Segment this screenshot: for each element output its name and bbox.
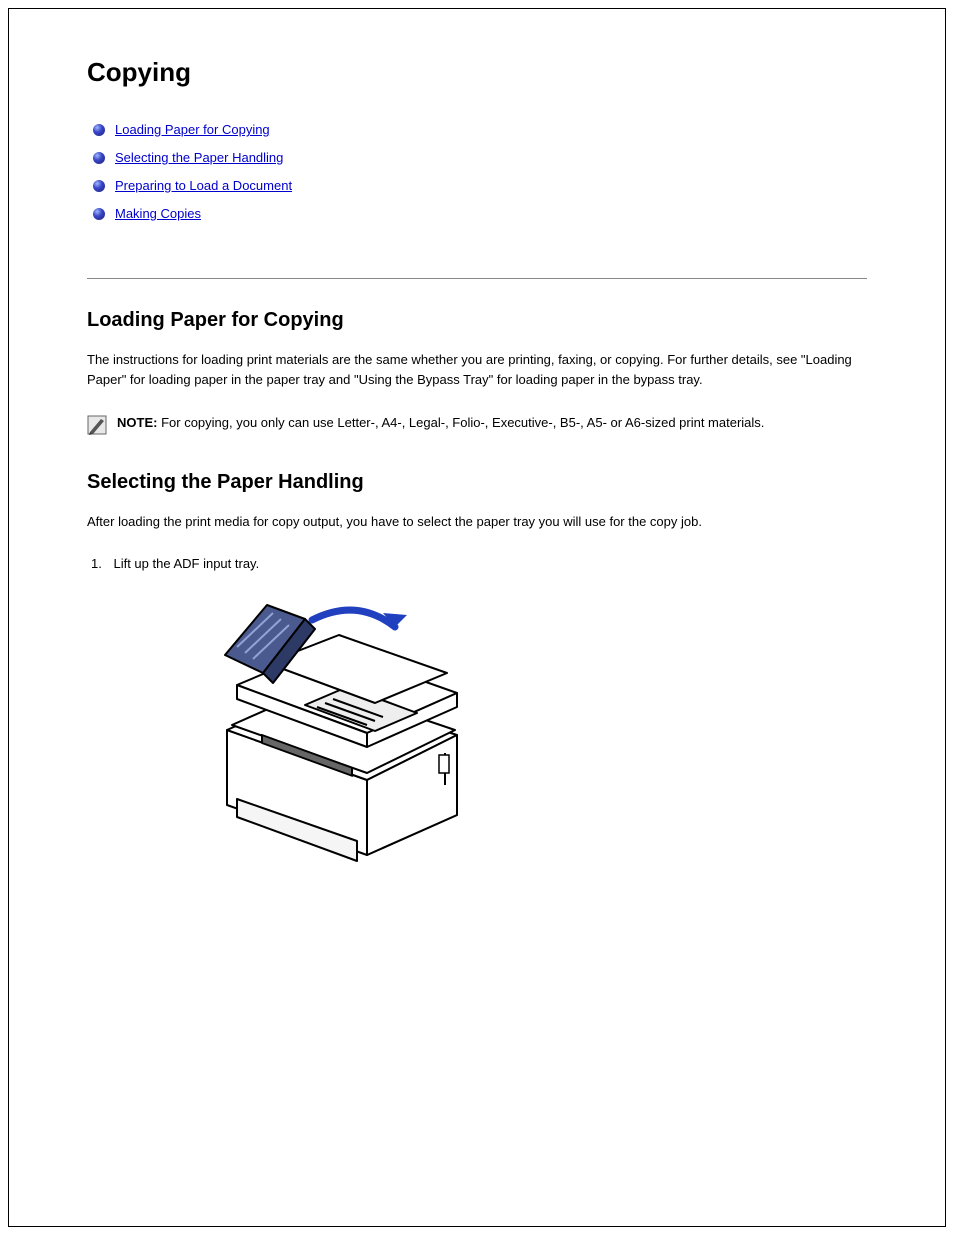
divider xyxy=(87,278,867,279)
step-1: 1. Lift up the ADF input tray. xyxy=(91,556,867,571)
bullet-icon xyxy=(93,152,105,164)
bullet-icon xyxy=(93,124,105,136)
toc-item-paper-handling: Selecting the Paper Handling xyxy=(93,144,867,172)
toc-list: Loading Paper for Copying Selecting the … xyxy=(93,116,867,228)
toc-link-prepare-load[interactable]: Preparing to Load a Document xyxy=(115,172,292,200)
section-heading-paper-handling: Selecting the Paper Handling xyxy=(87,471,867,494)
section1-paragraph: The instructions for loading print mater… xyxy=(87,350,867,389)
note-body: For copying, you only can use Letter-, A… xyxy=(161,415,764,430)
page-title: Copying xyxy=(87,57,867,88)
toc-link-paper-handling[interactable]: Selecting the Paper Handling xyxy=(115,144,283,172)
bullet-icon xyxy=(93,208,105,220)
section-heading-loading-paper: Loading Paper for Copying xyxy=(87,309,867,332)
note-text: NOTE: For copying, you only can use Lett… xyxy=(117,413,764,433)
toc-item-making-copies: Making Copies xyxy=(93,200,867,228)
toc-item-prepare-load: Preparing to Load a Document xyxy=(93,172,867,200)
toc-link-loading-paper[interactable]: Loading Paper for Copying xyxy=(115,116,270,144)
toc-item-loading-paper: Loading Paper for Copying xyxy=(93,116,867,144)
section2-paragraph: After loading the print media for copy o… xyxy=(87,512,867,532)
step-number: 1. xyxy=(91,556,102,571)
note-icon xyxy=(87,415,107,435)
step-text: Lift up the ADF input tray. xyxy=(113,556,259,571)
note-block: NOTE: For copying, you only can use Lett… xyxy=(87,413,867,435)
printer-illustration xyxy=(207,585,467,875)
bullet-icon xyxy=(93,180,105,192)
toc-link-making-copies[interactable]: Making Copies xyxy=(115,200,201,228)
